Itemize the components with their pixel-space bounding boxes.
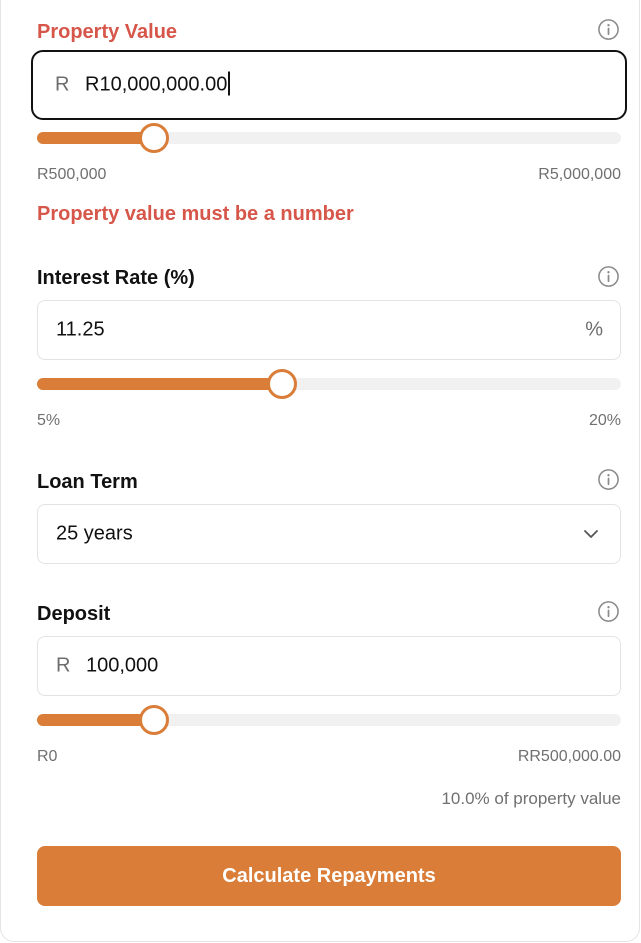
property-value-label: Property Value: [37, 21, 178, 43]
property-value-input[interactable]: R R10,000,000.00: [31, 50, 627, 120]
currency-prefix: R: [56, 654, 71, 677]
deposit-label: Deposit: [37, 603, 111, 625]
deposit-min: R0: [37, 748, 58, 765]
slider-thumb[interactable]: [138, 123, 169, 153]
deposit-input[interactable]: R 100,000: [37, 636, 621, 696]
deposit-percentage-note: 10.0% of property value: [441, 789, 621, 808]
slider-fill: [37, 714, 154, 726]
slider-fill: [37, 132, 154, 144]
interest-rate-min: 5%: [37, 412, 61, 429]
interest-rate-text: 11.25: [56, 318, 105, 341]
loan-term-select[interactable]: 25 years: [37, 504, 621, 564]
currency-prefix: R: [55, 73, 70, 96]
text-caret: [228, 71, 231, 96]
property-value-min: R500,000: [37, 166, 107, 183]
property-value-text: R10,000,000.00: [85, 71, 231, 97]
property-value-error: Property value must be a number: [37, 203, 354, 225]
interest-rate-slider[interactable]: [37, 369, 621, 399]
interest-rate-max: 20%: [588, 412, 621, 429]
loan-term-selected: 25 years: [56, 522, 133, 545]
deposit-max: RR500,000.00: [517, 748, 621, 765]
property-value-max: R5,000,000: [538, 166, 621, 183]
chevron-down-icon: [584, 530, 598, 538]
info-icon[interactable]: [597, 265, 620, 288]
deposit-text: 100,000: [86, 654, 159, 677]
info-icon[interactable]: [597, 468, 620, 491]
info-icon[interactable]: [597, 18, 620, 41]
interest-rate-label: Interest Rate (%): [37, 267, 195, 289]
calculate-repayments-button[interactable]: Calculate Repayments: [37, 846, 621, 906]
deposit-slider[interactable]: [37, 705, 621, 735]
interest-rate-input[interactable]: 11.25 %: [37, 300, 621, 360]
info-icon[interactable]: [597, 600, 620, 623]
percent-suffix: %: [585, 318, 603, 341]
loan-term-label: Loan Term: [37, 471, 138, 493]
slider-thumb[interactable]: [138, 705, 169, 735]
slider-fill: [37, 378, 283, 390]
property-value-slider[interactable]: [37, 123, 621, 153]
